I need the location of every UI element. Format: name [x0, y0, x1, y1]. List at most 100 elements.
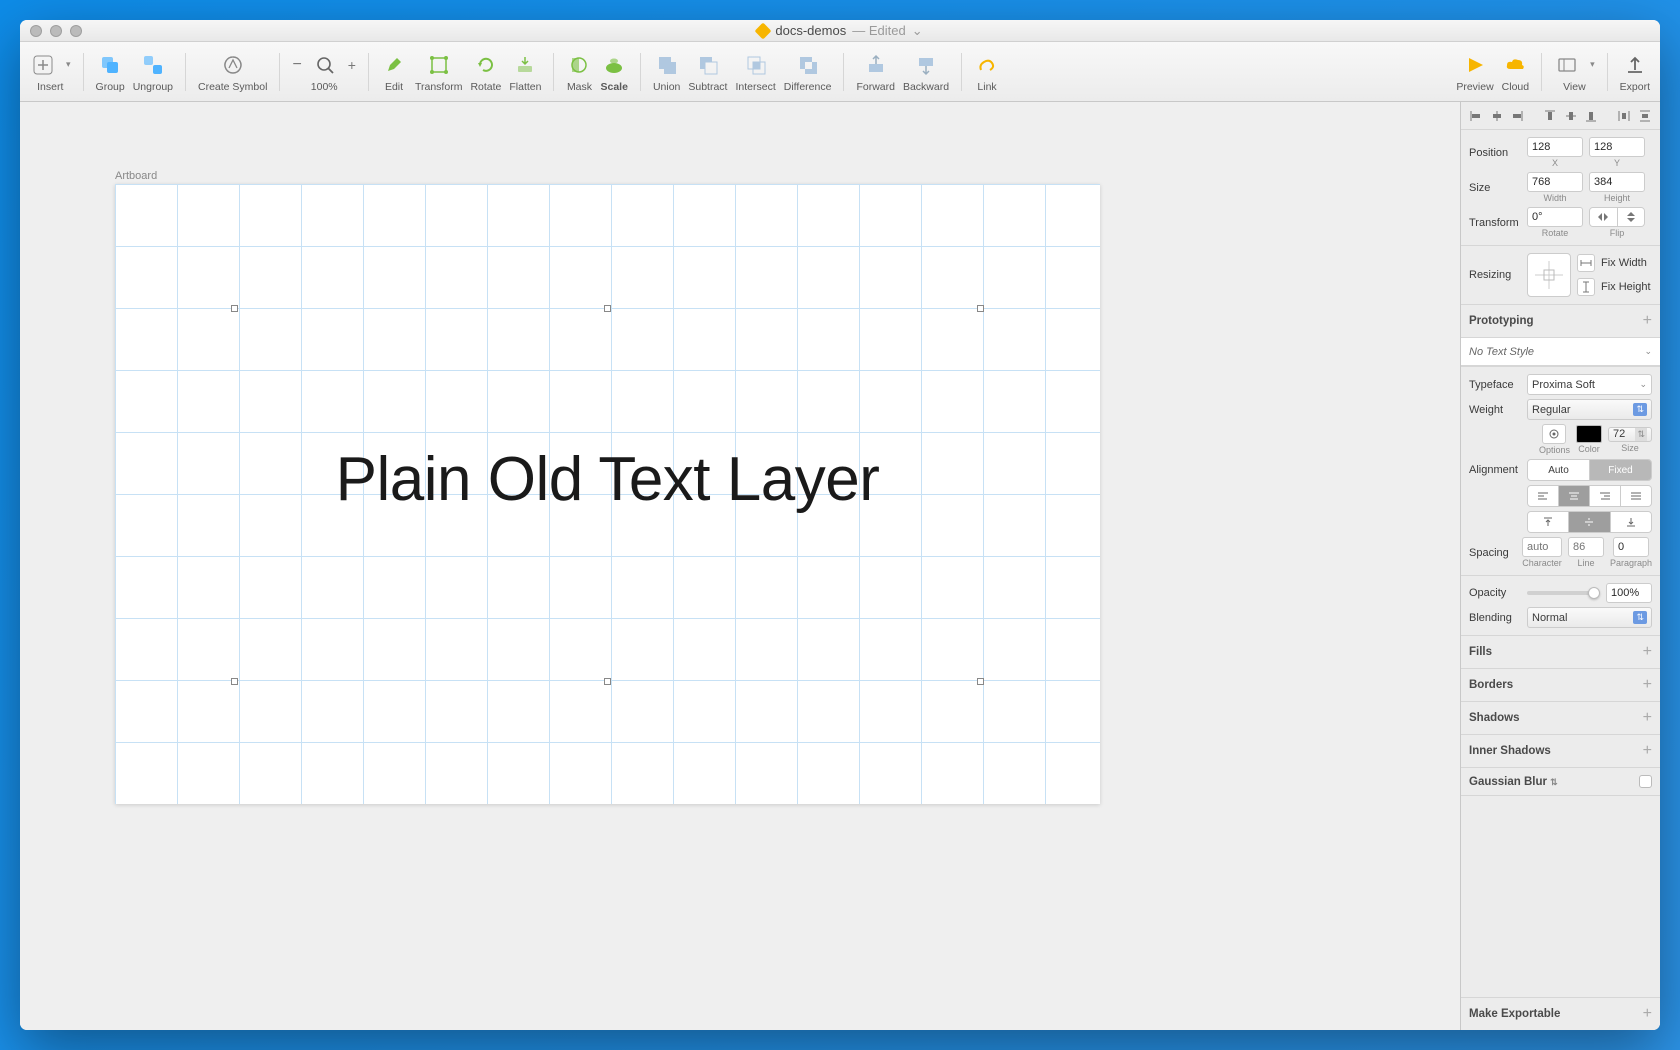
selection-handle-bc[interactable]: [604, 678, 611, 685]
fix-width-toggle[interactable]: Fix Width: [1577, 254, 1651, 272]
align-right-icon[interactable]: [1508, 107, 1526, 125]
transform-button[interactable]: Transform: [415, 51, 462, 93]
align-vcenter-icon[interactable]: [1562, 107, 1580, 125]
text-align-segment[interactable]: [1527, 485, 1652, 507]
insert-button[interactable]: ▾ Insert: [30, 51, 71, 93]
position-y-input[interactable]: [1589, 137, 1645, 157]
zoom-in-icon[interactable]: +: [348, 57, 356, 73]
borders-section[interactable]: Borders+: [1461, 669, 1660, 702]
text-align-justify-icon[interactable]: [1621, 486, 1651, 506]
plus-icon[interactable]: +: [1643, 709, 1652, 727]
selection-handle-tr[interactable]: [977, 305, 984, 312]
font-size-input[interactable]: 72⇅: [1608, 427, 1652, 442]
flip-v-icon[interactable]: [1618, 208, 1645, 226]
transform-label: Transform: [1469, 217, 1521, 229]
canvas[interactable]: Artboard Plain Old Text Layer: [20, 102, 1460, 1030]
blending-select[interactable]: Normal⇅: [1527, 607, 1652, 628]
valign-bottom-icon[interactable]: [1611, 512, 1651, 532]
fills-section[interactable]: Fills+: [1461, 636, 1660, 669]
opacity-input[interactable]: [1606, 583, 1652, 603]
make-exportable-section[interactable]: Make Exportable +: [1461, 997, 1660, 1030]
difference-button[interactable]: Difference: [784, 51, 832, 93]
artboard[interactable]: Plain Old Text Layer: [115, 184, 1100, 804]
plus-icon[interactable]: +: [1643, 643, 1652, 661]
fix-height-toggle[interactable]: Fix Height: [1577, 278, 1651, 296]
zoom-window-button[interactable]: [70, 25, 82, 37]
gaussian-blur-checkbox[interactable]: [1639, 775, 1652, 788]
flip-h-icon[interactable]: [1590, 208, 1618, 226]
line-spacing-input[interactable]: [1568, 537, 1604, 557]
plus-icon[interactable]: +: [1643, 1005, 1652, 1023]
shadows-section[interactable]: Shadows+: [1461, 702, 1660, 735]
rotate-button[interactable]: Rotate: [470, 51, 501, 93]
union-button[interactable]: Union: [653, 51, 680, 93]
selection-handle-bl[interactable]: [231, 678, 238, 685]
subtract-button[interactable]: Subtract: [688, 51, 727, 93]
vertical-align-segment[interactable]: [1527, 511, 1652, 533]
paragraph-spacing-input[interactable]: [1613, 537, 1649, 557]
zoom-control[interactable]: − + 100%: [292, 51, 356, 93]
preview-button[interactable]: Preview: [1456, 51, 1493, 93]
valign-top-icon[interactable]: [1528, 512, 1569, 532]
gaussian-blur-section[interactable]: Gaussian Blur ⇅: [1461, 768, 1660, 796]
align-top-icon[interactable]: [1541, 107, 1559, 125]
valign-middle-icon[interactable]: [1569, 512, 1610, 532]
window-title[interactable]: docs-demos — Edited ⌄: [757, 23, 922, 39]
text-align-right-icon[interactable]: [1590, 486, 1621, 506]
align-auto-button[interactable]: Auto: [1528, 460, 1590, 480]
text-options-button[interactable]: [1542, 424, 1566, 444]
scale-button[interactable]: Scale: [600, 51, 627, 93]
resizing-constraint-widget[interactable]: [1527, 253, 1571, 297]
blending-label: Blending: [1469, 612, 1521, 624]
flatten-button[interactable]: Flatten: [509, 51, 541, 93]
alignment-mode-segment[interactable]: Auto Fixed: [1527, 459, 1652, 481]
align-hcenter-icon[interactable]: [1487, 107, 1505, 125]
export-button[interactable]: Export: [1620, 51, 1650, 93]
plus-icon[interactable]: +: [1643, 676, 1652, 694]
align-left-icon[interactable]: [1467, 107, 1485, 125]
group-button[interactable]: Group: [96, 51, 125, 93]
flip-buttons[interactable]: [1589, 207, 1645, 227]
width-input[interactable]: [1527, 172, 1583, 192]
prototyping-section[interactable]: Prototyping +: [1461, 305, 1660, 338]
align-fixed-button[interactable]: Fixed: [1590, 460, 1651, 480]
text-style-select[interactable]: No Text Style ⌄: [1461, 338, 1660, 366]
view-button[interactable]: ▾ View: [1554, 51, 1595, 93]
link-button[interactable]: Link: [974, 51, 1000, 93]
character-spacing-input[interactable]: [1522, 537, 1562, 557]
zoom-out-icon[interactable]: −: [292, 56, 301, 74]
align-bottom-icon[interactable]: [1582, 107, 1600, 125]
intersect-button[interactable]: Intersect: [735, 51, 775, 93]
create-symbol-button[interactable]: Create Symbol: [198, 51, 267, 93]
artboard-label[interactable]: Artboard: [115, 170, 157, 182]
text-color-swatch[interactable]: [1576, 425, 1602, 443]
opacity-slider[interactable]: [1527, 591, 1600, 595]
weight-select[interactable]: Regular⇅: [1527, 399, 1652, 420]
cloud-button[interactable]: Cloud: [1502, 51, 1529, 93]
close-window-button[interactable]: [30, 25, 42, 37]
minimize-window-button[interactable]: [50, 25, 62, 37]
edit-button[interactable]: Edit: [381, 51, 407, 93]
difference-icon: [795, 52, 821, 78]
selection-handle-br[interactable]: [977, 678, 984, 685]
forward-button[interactable]: Forward: [856, 51, 895, 93]
position-x-input[interactable]: [1527, 137, 1583, 157]
selection-handle-tc[interactable]: [604, 305, 611, 312]
plus-icon[interactable]: +: [1643, 742, 1652, 760]
distribute-h-icon[interactable]: [1615, 107, 1633, 125]
subtract-icon: [695, 52, 721, 78]
backward-button[interactable]: Backward: [903, 51, 949, 93]
mask-button[interactable]: Mask: [566, 51, 592, 93]
rotate-input[interactable]: [1527, 207, 1583, 227]
distribute-v-icon[interactable]: [1636, 107, 1654, 125]
text-layer[interactable]: Plain Old Text Layer: [115, 444, 1100, 515]
text-align-left-icon[interactable]: [1528, 486, 1559, 506]
alignment-strip: [1461, 102, 1660, 130]
inner-shadows-section[interactable]: Inner Shadows+: [1461, 735, 1660, 768]
text-align-center-icon[interactable]: [1559, 486, 1590, 506]
ungroup-button[interactable]: Ungroup: [133, 51, 173, 93]
height-input[interactable]: [1589, 172, 1645, 192]
typeface-select[interactable]: Proxima Soft⌄: [1527, 374, 1652, 395]
selection-handle-tl[interactable]: [231, 305, 238, 312]
plus-icon[interactable]: +: [1643, 312, 1652, 330]
